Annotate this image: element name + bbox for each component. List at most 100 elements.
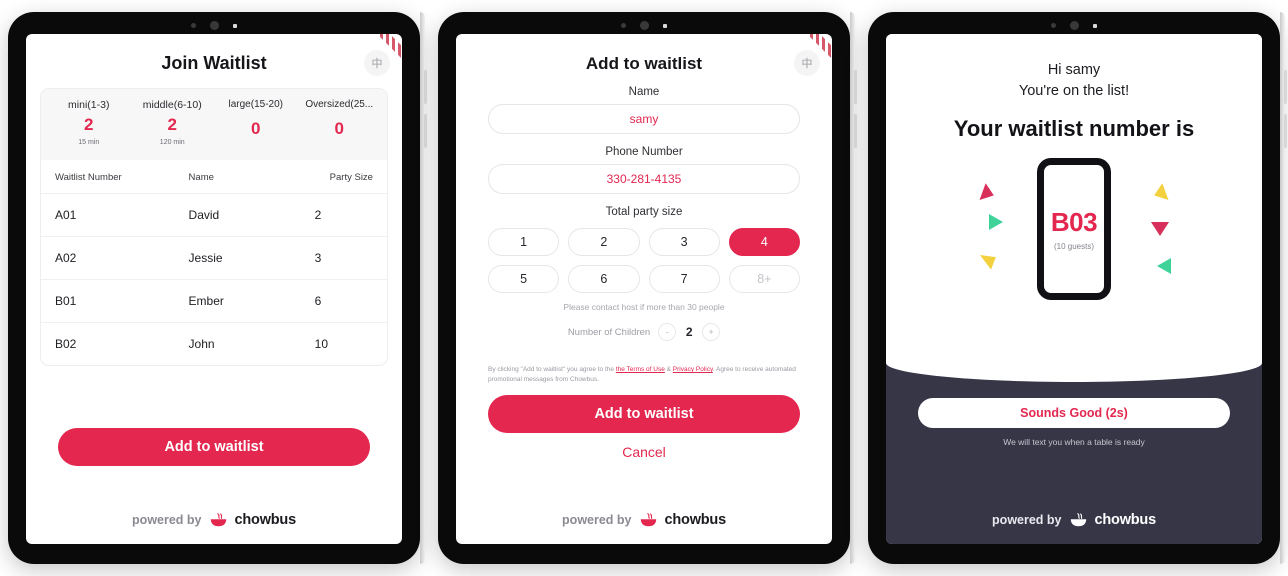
volume-up-button[interactable] [424,70,427,104]
confetti-triangle-red-left [975,182,994,201]
powered-by-label: powered by [562,513,632,527]
panel2-body: Add to waitlist Name samy Phone Number 3… [456,34,832,500]
terms-disclaimer: By clicking "Add to waitlist" you agree … [488,365,800,385]
table-row[interactable]: A01 David 2 [41,193,387,236]
cell-party-size: 3 [314,251,322,265]
sounds-good-button[interactable]: Sounds Good (2s) [918,398,1230,428]
cell-waitlist-number: B01 [55,294,77,308]
language-toggle-button[interactable]: 中 [794,50,820,76]
text-notification-note: We will text you when a table is ready [1003,437,1145,447]
volume-down-button[interactable] [424,114,427,148]
footer-branding: powered by chowbus [456,500,832,544]
greeting-block: Hi samy You're on the list! [906,60,1242,102]
children-value: 2 [685,325,693,339]
table-row[interactable]: B01 Ember 6 [41,279,387,322]
sensor-dot-icon [1051,23,1056,28]
indicator-led-icon [663,23,667,28]
greeting-subtitle: You're on the list! [1018,83,1130,100]
sensor-dot-icon [621,23,626,28]
table-stats-summary: mini(1-3) 2 15 min middle(6-10) 2 120 mi… [41,89,387,160]
privacy-policy-link[interactable]: Privacy Policy [673,366,713,373]
waitlist-number-value: B03 [1050,207,1098,238]
table-row[interactable]: B02 John 10 [41,322,387,365]
front-camera-icon [640,21,649,30]
party-size-option-5[interactable]: 5 [488,265,560,293]
phone-input[interactable]: 330-281-4135 [488,164,800,194]
language-toggle-button[interactable]: 中 [364,50,390,76]
party-size-option-8plus[interactable]: 8+ [728,265,800,293]
cancel-button[interactable]: Cancel [456,433,832,460]
column-header-waitlist-number: Waitlist Number [55,172,122,183]
column-header-name: Name [188,172,214,183]
add-to-waitlist-button[interactable]: Add to waitlist [58,428,370,466]
party-size-option-2[interactable]: 2 [568,228,640,256]
tablet-device-1: 中 Join Waitlist mini(1-3) 2 15 min middl… [8,12,427,564]
primary-action-area: Sounds Good (2s) [886,398,1262,428]
brand-name: chowbus [234,512,297,528]
stat-value: 2 [84,115,94,134]
powered-by-label: powered by [132,513,202,527]
phone-mockup: B03 (10 guests) [1037,158,1111,301]
children-decrement-button[interactable]: - [658,323,677,341]
confetti-triangle-yellow-right [1154,182,1173,201]
party-size-options: 1 2 3 4 5 6 7 8+ [456,224,832,293]
table-header-row: Waitlist Number Name Party Size [41,160,387,193]
screen-add-to-waitlist: 中 Add to waitlist Name samy Phone Number… [456,34,832,544]
screen-join-waitlist: 中 Join Waitlist mini(1-3) 2 15 min middl… [26,34,402,544]
children-stepper: Number of Children - 2 + [456,312,832,341]
waitlist-number-illustration: B03 (10 guests) [969,158,1179,308]
volume-down-button[interactable] [1284,114,1287,148]
confetti-triangle-yellow-left [978,254,996,271]
party-size-option-1[interactable]: 1 [488,228,560,256]
name-input[interactable]: samy [488,104,800,134]
terms-prefix: By clicking "Add to waitlist" you agree … [488,366,616,373]
cell-waitlist-number: A02 [55,251,77,265]
phone-input-value: 330-281-4135 [606,172,682,186]
tablet-device-2: 中 Add to waitlist Name samy Phone Number… [438,12,857,564]
party-size-option-7[interactable]: 7 [648,265,720,293]
stat-wait-time: 120 min [159,139,185,146]
stat-value: 2 [167,115,177,134]
stat-wait-time: 15 min [78,139,100,146]
chowbus-bowl-icon [210,513,226,527]
column-header-party-size: Party Size [329,172,373,183]
terms-of-use-link[interactable]: the Terms of Use [616,366,665,373]
cell-name: Jessie [188,251,223,265]
add-to-waitlist-button[interactable]: Add to waitlist [488,395,800,434]
stat-label: large(15-20) [228,99,283,110]
page-title: Add to waitlist [585,54,703,73]
cell-name: John [188,337,215,351]
chowbus-bowl-icon [640,513,656,527]
party-size-option-6[interactable]: 6 [568,265,640,293]
children-increment-button[interactable]: + [702,323,721,341]
party-size-hint: Please contact host if more than 30 peop… [563,302,725,312]
name-input-value: samy [629,112,659,126]
party-size-option-3[interactable]: 3 [648,228,720,256]
stat-label: mini(1-3) [68,99,110,111]
table-row[interactable]: A02 Jessie 3 [41,236,387,279]
party-size-option-4-selected[interactable]: 4 [728,228,800,256]
stat-wait-time [298,143,382,152]
terms-ampersand: & [664,366,673,373]
cell-party-size: 2 [314,208,322,222]
camera-sensor-row [8,21,420,30]
page-title: Join Waitlist [161,53,267,73]
chowbus-bowl-icon [1070,513,1086,527]
front-camera-icon [210,21,219,30]
volume-up-button[interactable] [1284,70,1287,104]
indicator-led-icon [233,23,237,28]
language-toggle-label: 中 [371,58,383,70]
stat-label: middle(6-10) [142,99,202,111]
confetti-triangle-green-left [989,214,1003,231]
primary-action-area: Add to waitlist [456,385,832,434]
confirmation-hero: Hi samy You're on the list! Your waitlis… [886,34,1262,382]
volume-down-button[interactable] [854,114,857,148]
guest-count: (10 guests) [1053,242,1095,252]
stat-middle: middle(6-10) 2 120 min [131,99,215,152]
footer-branding: powered by chowbus [886,500,1262,544]
volume-up-button[interactable] [854,70,857,104]
primary-action-area: Add to waitlist [26,402,402,466]
camera-sensor-row [438,21,850,30]
phone-field-label: Phone Number [605,146,683,158]
